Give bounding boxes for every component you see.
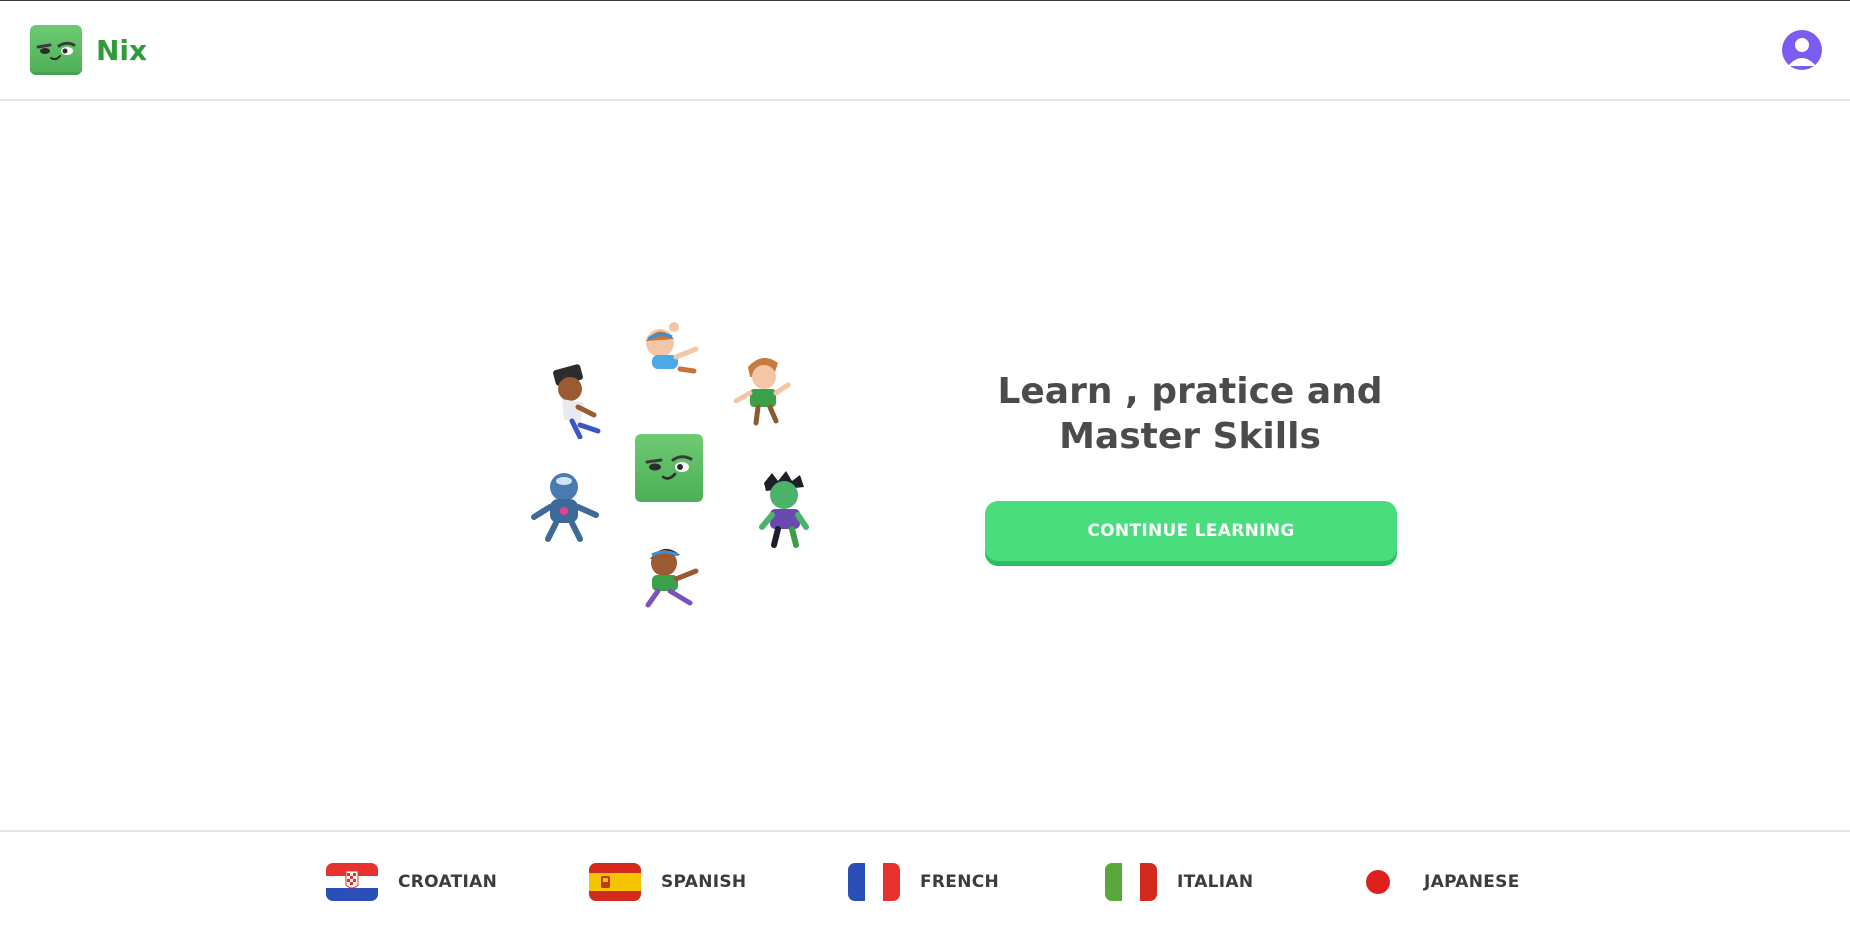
language-item-italian[interactable]: ITALIAN <box>1105 862 1253 902</box>
hero-illustration <box>520 319 820 619</box>
robot-character-icon <box>528 469 600 549</box>
language-item-french[interactable]: FRENCH <box>848 862 999 902</box>
top-navbar: Nix <box>0 1 1850 101</box>
boy-character-icon <box>728 349 800 429</box>
nix-face-icon <box>635 434 703 502</box>
dancer-character-icon <box>540 359 612 440</box>
continue-learning-button[interactable]: CONTINUE LEARNING <box>985 501 1397 561</box>
kid-character-icon <box>638 541 710 621</box>
japan-flag-icon <box>1352 863 1404 901</box>
girl-character-icon <box>632 319 704 399</box>
language-label: ITALIAN <box>1177 872 1254 892</box>
hero-text: Learn , pratice and Master Skills <box>940 369 1440 459</box>
language-item-croatian[interactable]: CROATIAN <box>326 862 497 902</box>
zombie-character-icon <box>750 469 822 549</box>
language-label: SPANISH <box>661 872 747 892</box>
language-label: FRENCH <box>920 872 1000 892</box>
spain-flag-icon <box>589 863 641 901</box>
france-flag-icon <box>848 863 900 901</box>
language-label: CROATIAN <box>398 872 498 892</box>
language-label: JAPANESE <box>1424 872 1520 892</box>
language-bar: CROATIAN SPANISH FRENCH ITALIAN JAPANESE <box>0 830 1850 927</box>
user-avatar-icon[interactable] <box>1782 30 1822 70</box>
hero-title: Learn , pratice and Master Skills <box>997 371 1383 457</box>
italy-flag-icon <box>1105 863 1157 901</box>
nix-face-icon <box>30 25 82 75</box>
language-item-japanese[interactable]: JAPANESE <box>1352 862 1520 902</box>
language-item-spanish[interactable]: SPANISH <box>589 862 746 902</box>
croatia-flag-icon <box>326 863 378 901</box>
brand-name: Nix <box>96 33 148 67</box>
brand[interactable]: Nix <box>30 25 147 75</box>
